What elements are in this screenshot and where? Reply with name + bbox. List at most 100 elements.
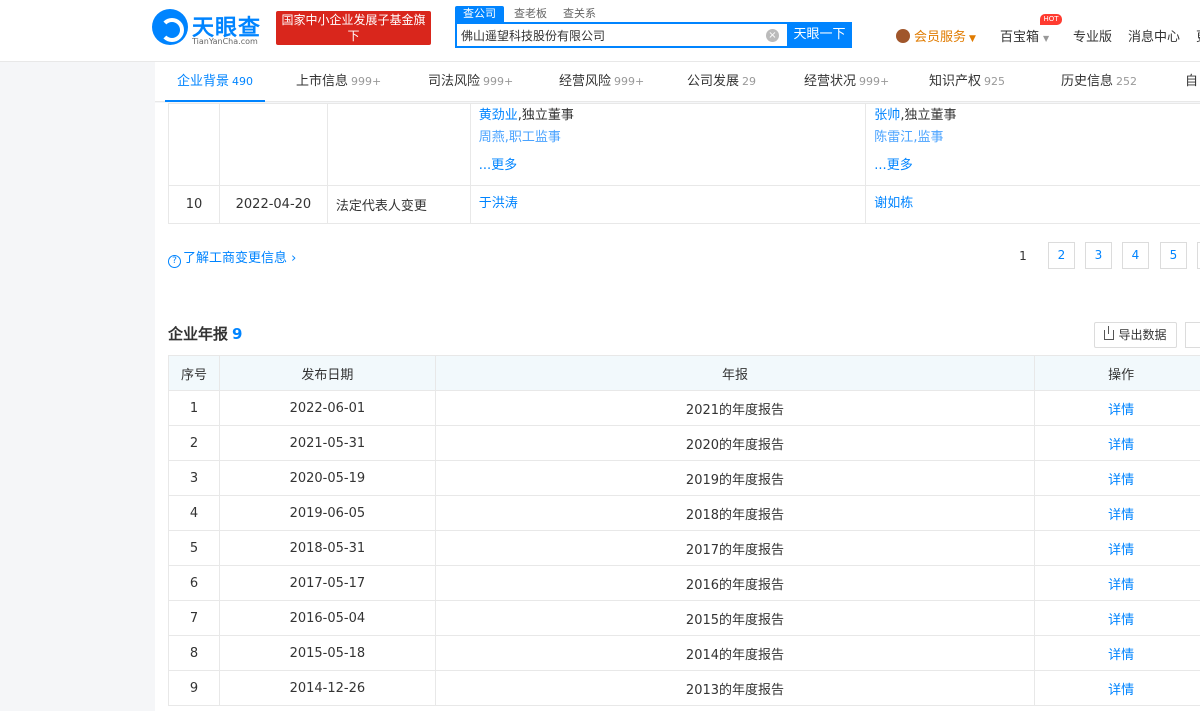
page-button[interactable]: 4 <box>1122 242 1149 269</box>
person-link[interactable]: 周燕 <box>479 130 505 145</box>
tab-operation-risk[interactable]: 经营风险 999+ <box>559 62 644 102</box>
row-index: 9 <box>168 670 220 706</box>
report-name: 2014的年度报告 <box>434 635 1036 671</box>
nav-messages[interactable]: 消息中心 <box>1128 26 1180 45</box>
annual-report-title: 企业年报 9 <box>168 323 242 344</box>
tab-count: 999+ <box>614 75 645 88</box>
table-row: 5 2018-05-31 2017的年度报告 详情 <box>168 530 1200 566</box>
help-link-label: 了解工商变更信息 <box>183 251 288 266</box>
report-rows: 1 2022-06-01 2021的年度报告 详情 2 2021-05-31 2020的年度… <box>168 390 1200 706</box>
tab-count: 999+ <box>483 75 514 88</box>
member-service[interactable]: 会员服务 ▼ <box>896 26 976 45</box>
tab-label: 司法风险 <box>428 74 481 89</box>
report-name: 2016的年度报告 <box>434 565 1036 601</box>
clear-icon[interactable]: × <box>766 29 779 42</box>
tab-count: 29 <box>742 75 757 88</box>
row-index: 5 <box>168 530 220 566</box>
publish-date: 2016-05-04 <box>218 600 436 636</box>
report-name: 2015的年度报告 <box>434 600 1036 636</box>
search-tab-boss[interactable]: 查老板 <box>514 6 547 22</box>
tab-label: 历史信息 <box>1061 74 1114 89</box>
detail-link[interactable]: 详情 <box>1034 635 1200 671</box>
more-link[interactable]: ...更多 <box>874 155 1199 177</box>
detail-link[interactable]: 详情 <box>1034 495 1200 531</box>
export-label: 导出数据 <box>1118 328 1167 342</box>
tab-label: 上市信息 <box>296 74 349 89</box>
role-text: ,独立董事 <box>517 108 574 123</box>
search-input[interactable] <box>457 24 757 46</box>
person-link[interactable]: 黄劲业 <box>479 108 518 123</box>
tab-listing[interactable]: 上市信息 999+ <box>296 62 381 102</box>
tab-history[interactable]: 历史信息 252 <box>1061 62 1137 102</box>
detail-link[interactable]: 详情 <box>1034 600 1200 636</box>
help-link[interactable]: ? 了解工商变更信息 › <box>168 247 296 268</box>
official-badge: 国家中小企业发展子基金旗下 官方备案企业征信机构 <box>276 11 431 59</box>
search-tab-relation[interactable]: 查关系 <box>563 6 596 22</box>
detail-link[interactable]: 详情 <box>1034 460 1200 496</box>
table-row: 2 2021-05-31 2020的年度报告 详情 <box>168 425 1200 461</box>
page-button[interactable]: 5 <box>1160 242 1187 269</box>
report-name: 2019的年度报告 <box>434 460 1036 496</box>
table-row: 1 2022-06-01 2021的年度报告 详情 <box>168 390 1200 426</box>
nav-toolbox-label: 百宝箱 <box>1000 30 1040 45</box>
table-cell <box>168 103 220 186</box>
role-text: ,独立董事 <box>900 108 957 123</box>
tab-judicial[interactable]: 司法风险 999+ <box>428 62 513 102</box>
person-link[interactable]: 陈雷江 <box>874 130 913 145</box>
tab-count: 252 <box>1116 75 1138 88</box>
more-link[interactable]: ...更多 <box>479 155 858 177</box>
person-link[interactable]: 张帅 <box>874 108 900 123</box>
detail-link[interactable]: 详情 <box>1034 565 1200 601</box>
table-header-row: 序号 发布日期 年报 操作 <box>168 355 1200 391</box>
search-tab-company[interactable]: 查公司 <box>455 6 504 22</box>
tab-business-status[interactable]: 经营状况 999+ <box>804 62 889 102</box>
role-text: ,职工监事 <box>504 130 561 145</box>
publish-date: 2017-05-17 <box>218 565 436 601</box>
detail-link[interactable]: 详情 <box>1034 390 1200 426</box>
more-label: ...更多 <box>874 158 913 173</box>
section-tabs: 企业背景 490 上市信息 999+ 司法风险 999+ 经营风险 999+ 公司发展 2… <box>155 62 1200 102</box>
detail-link[interactable]: 详情 <box>1034 670 1200 706</box>
page-button[interactable]: 2 <box>1048 242 1075 269</box>
tianyancha-logo[interactable]: 天眼查 TianYanCha.com <box>152 9 270 49</box>
page-button[interactable]: 3 <box>1085 242 1112 269</box>
row-index: 6 <box>168 565 220 601</box>
publish-date: 2020-05-19 <box>218 460 436 496</box>
tab-count: 999+ <box>351 75 382 88</box>
row-index: 3 <box>168 460 220 496</box>
column-header: 操作 <box>1034 355 1200 391</box>
top-header: 天眼查 TianYanCha.com 国家中小企业发展子基金旗下 官方备案企业征… <box>0 0 1200 62</box>
tab-label: 企业背景 <box>177 74 230 89</box>
nav-more[interactable]: 更 <box>1196 26 1200 45</box>
tab-more[interactable]: 自 <box>1185 62 1198 102</box>
nav-toolbox[interactable]: 百宝箱 ▼ <box>1000 26 1049 45</box>
search-box: × <box>455 22 787 48</box>
change-line: 张帅,独立董事 <box>874 105 1199 127</box>
search-button[interactable]: 天眼一下 <box>787 22 852 48</box>
after-change-cell: 张帅,独立董事 陈雷江,监事 ...更多 <box>865 103 1200 186</box>
change-date: 2022-04-20 <box>218 185 328 224</box>
nav-pro[interactable]: 专业版 <box>1073 26 1112 45</box>
export-data-button[interactable]: 导出数据 <box>1094 322 1177 348</box>
tab-label: 经营状况 <box>804 74 857 89</box>
section-title-label: 企业年报 <box>168 325 229 343</box>
table-cell <box>218 103 328 186</box>
detail-link[interactable]: 详情 <box>1034 530 1200 566</box>
row-index: 7 <box>168 600 220 636</box>
tab-label: 经营风险 <box>559 74 612 89</box>
detail-link[interactable]: 详情 <box>1034 425 1200 461</box>
publish-date: 2022-06-01 <box>218 390 436 426</box>
person-link[interactable]: 谢如栋 <box>874 196 913 211</box>
caret-down-icon: ▼ <box>1043 34 1050 43</box>
more-label: ...更多 <box>478 158 518 173</box>
column-header: 序号 <box>168 355 220 391</box>
secondary-button-partial[interactable] <box>1185 322 1200 348</box>
table-row: 黄劲业,独立董事 周燕,职工监事 ...更多 张帅,独立董事 陈雷江,监事 ..… <box>168 103 1200 186</box>
tab-count: 490 <box>232 75 254 88</box>
caret-down-icon: ▼ <box>969 34 976 44</box>
tab-development[interactable]: 公司发展 29 <box>687 62 756 102</box>
tab-ip[interactable]: 知识产权 925 <box>929 62 1005 102</box>
crown-icon <box>896 29 910 43</box>
person-link[interactable]: 于洪涛 <box>479 196 518 211</box>
tab-background[interactable]: 企业背景 490 <box>165 62 266 102</box>
